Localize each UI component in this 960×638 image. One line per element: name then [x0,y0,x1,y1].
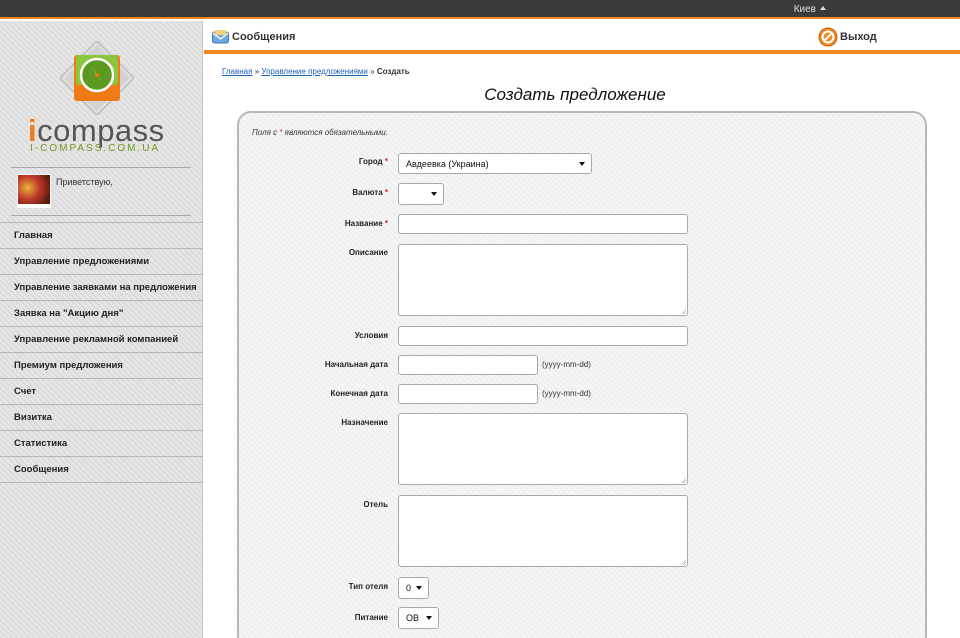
greeting-text: Приветствую, [56,177,113,187]
envelope-icon[interactable] [212,30,229,44]
resize-handle[interactable] [680,559,686,565]
breadcrumb-offers[interactable]: Управление предложениями [261,67,368,76]
messages-link[interactable]: Сообщения [232,31,295,43]
purpose-label: Назначение [341,418,388,427]
name-label: Название * [344,219,388,228]
page-title: Создать предложение [484,85,666,104]
conditions-label: Условия [354,331,388,340]
end-date-input[interactable] [398,384,538,404]
chevron-down-icon [579,161,585,166]
date-format-hint: (yyyy-mm-dd) [542,360,591,369]
description-textarea[interactable] [398,244,688,316]
hotel-label: Отель [363,500,388,509]
city-selector[interactable]: Киев [794,4,826,15]
start-date-input[interactable] [398,355,538,375]
breadcrumb-current: Создать [376,67,410,76]
breadcrumb-separator: » [370,67,375,76]
resize-handle[interactable] [680,477,686,483]
avatar-caption-bar [17,204,51,208]
top-bar: Киев [0,0,960,19]
currency-select[interactable] [398,183,444,205]
hotel-textarea[interactable] [398,495,688,567]
city-label: Киев [793,4,816,15]
sidebar-item-messages[interactable]: Сообщения [0,457,203,483]
sidebar-item-offer-requests[interactable]: Управление заявками на предложения [0,275,203,301]
sidebar-menu: Главная Управление предложениями Управле… [0,222,203,483]
exit-icon[interactable] [818,27,838,47]
sidebar-item-premium[interactable]: Премиум предложения [0,353,203,379]
currency-label: Валюта * [352,188,388,197]
divider [11,215,191,216]
sidebar-item-deal-of-day[interactable]: Заявка на "Акцию дня" [0,301,203,327]
start-date-label: Начальная дата [324,360,388,369]
logo-domain: I-COMPASS.COM.UA [30,143,161,154]
breadcrumb-home[interactable]: Главная [222,67,252,76]
exit-link[interactable]: Выход [840,31,877,43]
breadcrumb: Главная » Управление предложениями » Соз… [222,67,410,76]
food-label: Питание [354,613,388,622]
food-select[interactable]: OB [398,607,439,629]
compass-logo-icon [60,41,134,115]
required-note: Поля с * являются обязательными. [252,128,388,137]
caret-up-icon [820,6,826,10]
sidebar-item-account[interactable]: Счет [0,379,203,405]
name-input[interactable] [398,214,688,234]
sidebar-item-business-card[interactable]: Визитка [0,405,203,431]
chevron-down-icon [426,616,432,620]
resize-handle[interactable] [680,308,686,314]
hotel-type-label: Тип отеля [348,582,388,591]
purpose-textarea[interactable] [398,413,688,485]
breadcrumb-separator: » [254,67,260,76]
city-label: Город * [358,157,388,166]
sidebar: icompass I-COMPASS.COM.UA Приветствую, Г… [0,21,203,638]
header: Сообщения Выход [204,21,960,54]
sidebar-item-home[interactable]: Главная [0,223,203,249]
sidebar-item-ad-campaign[interactable]: Управление рекламной компанией [0,327,203,353]
description-label: Описание [348,248,388,257]
avatar[interactable] [17,174,51,208]
date-format-hint: (yyyy-mm-dd) [542,389,591,398]
hotel-type-select[interactable]: 0 [398,577,429,599]
chevron-down-icon [431,192,437,196]
sidebar-item-statistics[interactable]: Статистика [0,431,203,457]
chevron-down-icon [416,586,422,590]
conditions-input[interactable] [398,326,688,346]
divider [11,167,191,168]
city-select[interactable]: Авдеевка (Украина) [398,153,592,174]
end-date-label: Конечная дата [330,389,388,398]
sidebar-item-offers[interactable]: Управление предложениями [0,249,203,275]
logo[interactable]: icompass I-COMPASS.COM.UA [0,21,203,166]
